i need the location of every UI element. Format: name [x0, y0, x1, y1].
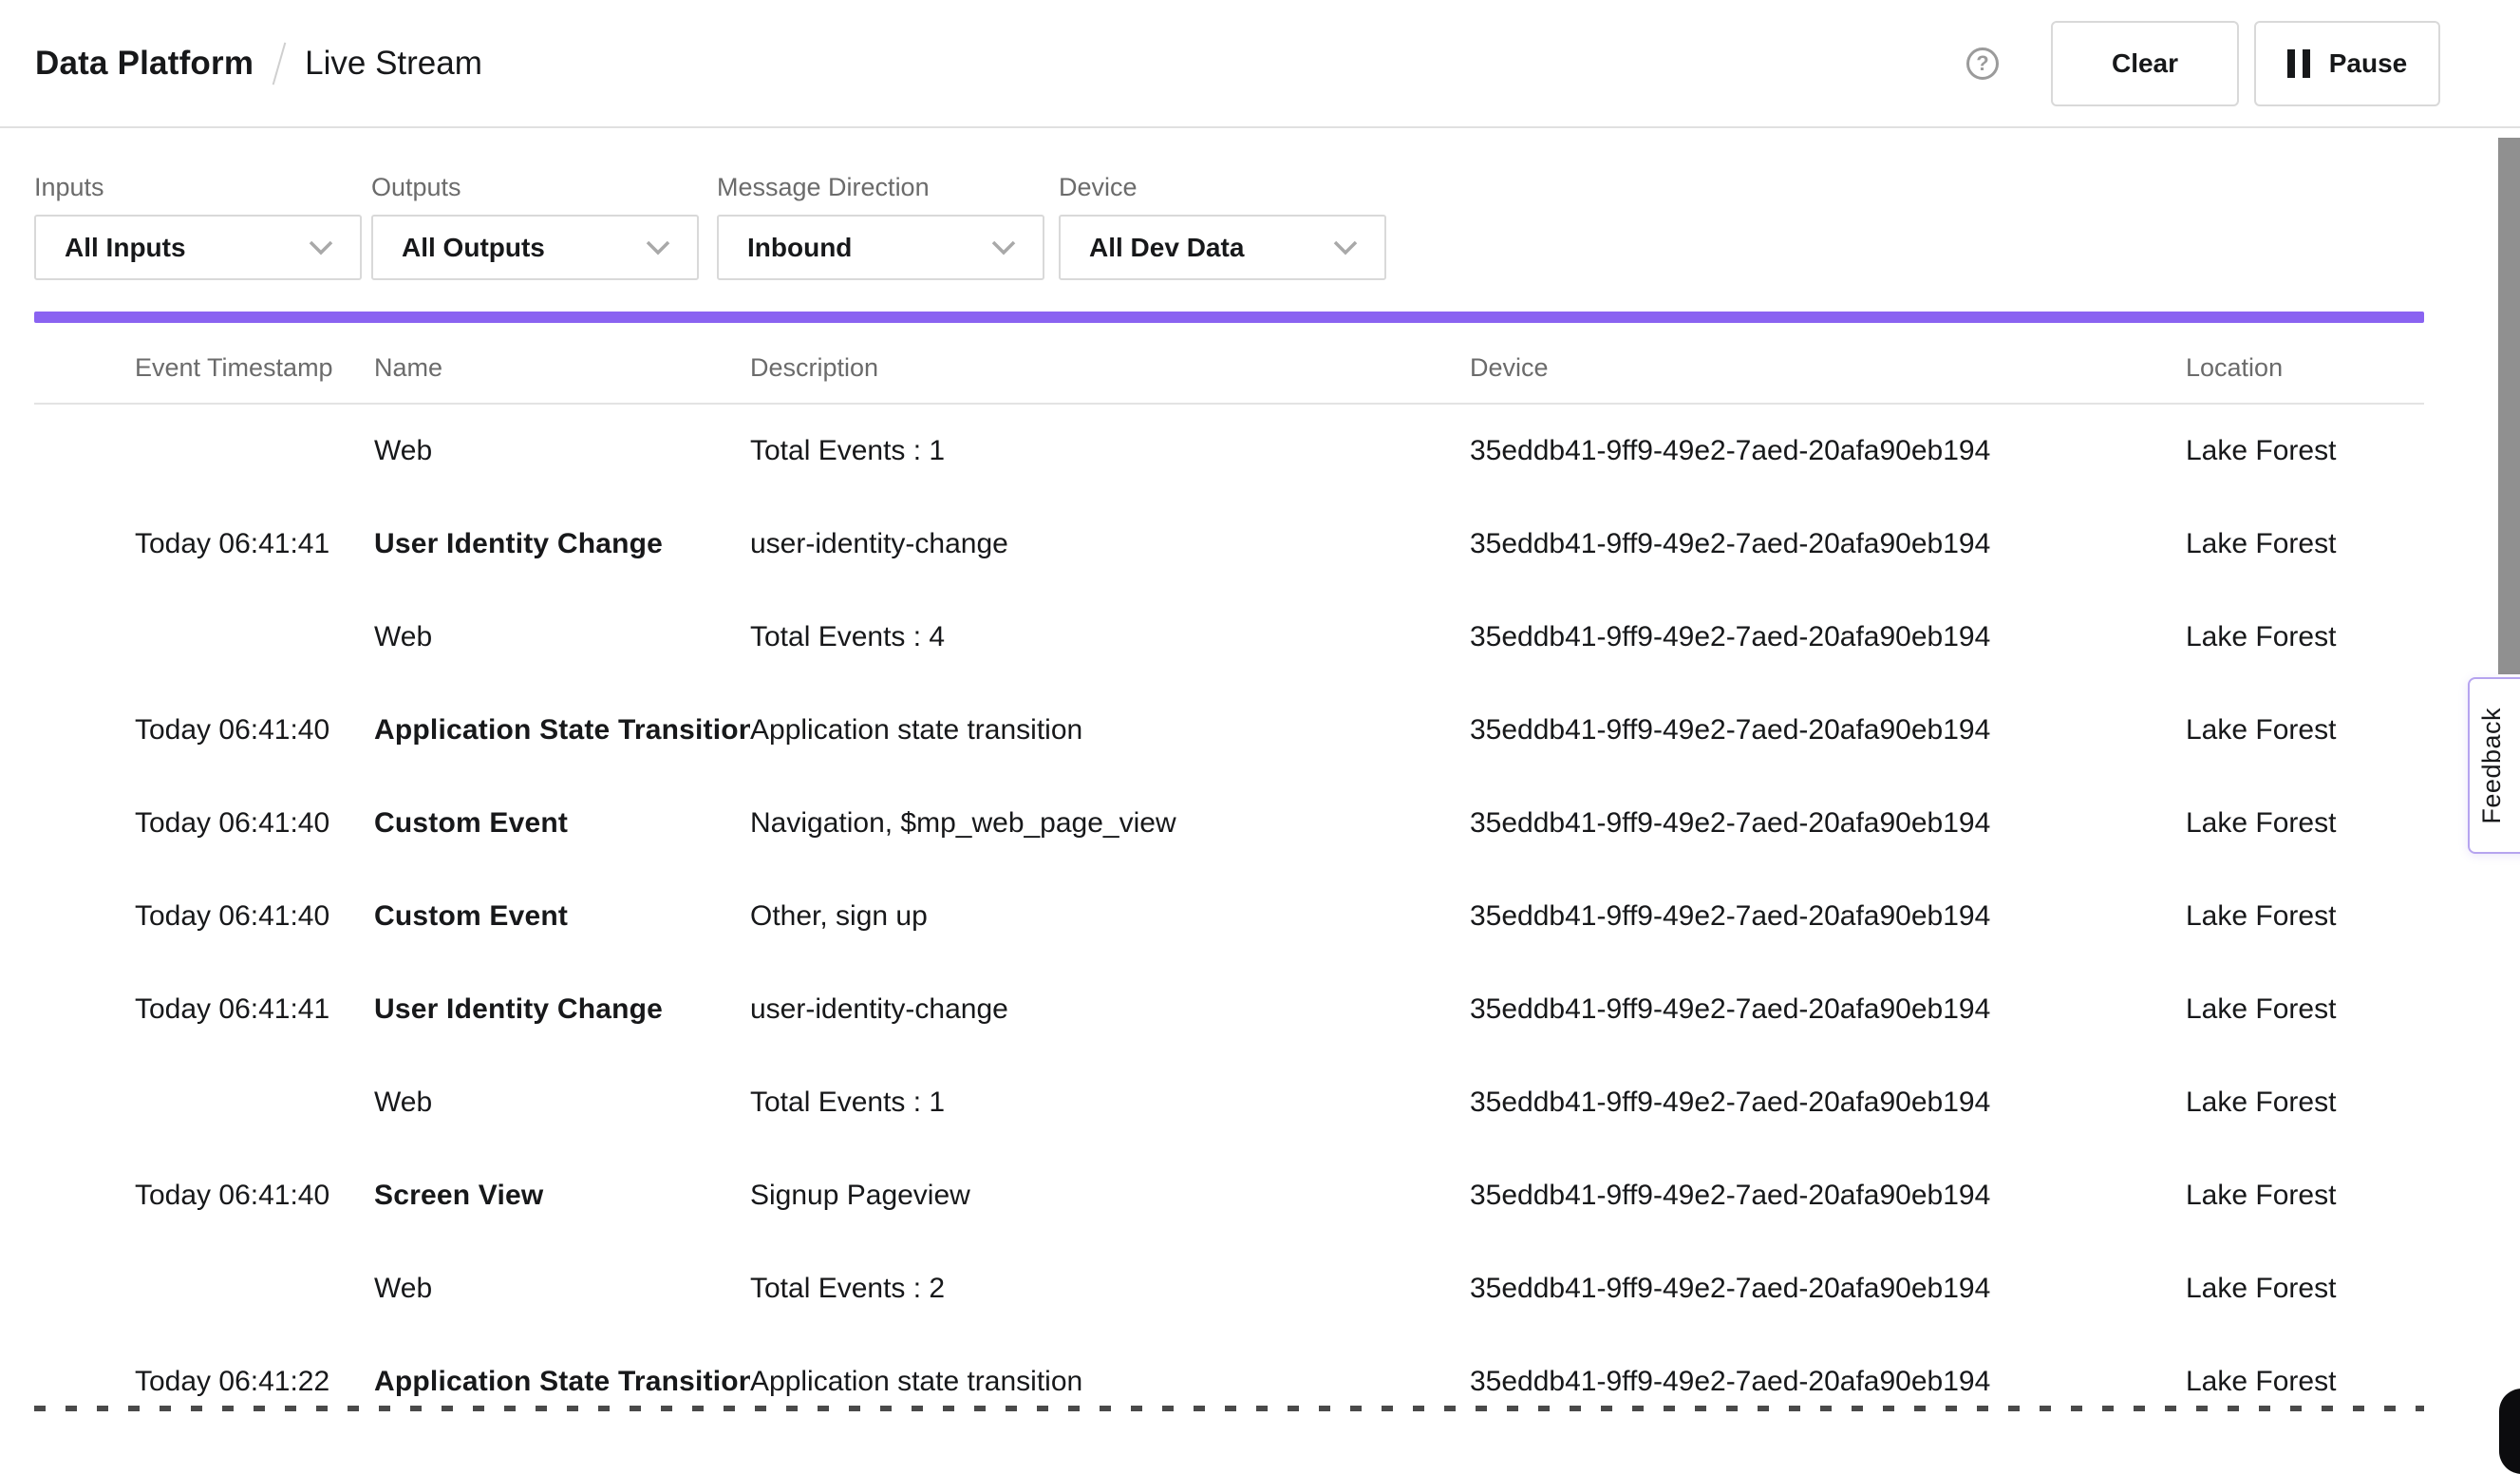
cell-location: Lake Forest — [2186, 1273, 2424, 1305]
column-header-location: Location — [2186, 353, 2424, 383]
cell-device: 35eddb41-9ff9-49e2-7aed-20afa90eb194 — [1470, 435, 2186, 467]
cell-description: Total Events : 1 — [750, 1087, 1470, 1119]
table-row[interactable]: Today 06:41:41 User Identity Change user… — [34, 963, 2424, 1056]
filter-label: Message Direction — [717, 173, 930, 202]
cell-location: Lake Forest — [2186, 621, 2424, 653]
cell-device: 35eddb41-9ff9-49e2-7aed-20afa90eb194 — [1470, 1087, 2186, 1119]
chevron-down-icon — [1333, 240, 1358, 255]
cell-description: Application state transition — [750, 1366, 1470, 1398]
cell-description: Other, sign up — [750, 900, 1470, 933]
column-header-name: Name — [374, 353, 750, 383]
table-body: Web Total Events : 1 35eddb41-9ff9-49e2-… — [34, 405, 2424, 1411]
cell-location: Lake Forest — [2186, 714, 2424, 746]
chevron-down-icon — [991, 240, 1016, 255]
cell-description: user-identity-change — [750, 993, 1470, 1026]
cell-device: 35eddb41-9ff9-49e2-7aed-20afa90eb194 — [1470, 714, 2186, 746]
cell-location: Lake Forest — [2186, 900, 2424, 933]
cell-name: Web — [374, 435, 750, 467]
cell-location: Lake Forest — [2186, 993, 2424, 1026]
cell-name: Screen View — [374, 1180, 750, 1212]
column-header-device: Device — [1470, 353, 2186, 383]
table-row[interactable]: Today 06:41:40 Custom Event Navigation, … — [34, 777, 2424, 870]
table-row[interactable]: Web Total Events : 4 35eddb41-9ff9-49e2-… — [34, 591, 2424, 684]
cell-name: User Identity Change — [374, 993, 750, 1026]
table-row[interactable]: Today 06:41:22 Application State Transit… — [34, 1335, 2424, 1411]
cell-location: Lake Forest — [2186, 1366, 2424, 1398]
filter-label: Outputs — [371, 173, 461, 202]
cell-description: Total Events : 4 — [750, 621, 1470, 653]
incoming-events-dashed-line — [34, 1406, 2424, 1411]
column-header-description: Description — [750, 353, 1470, 383]
cell-description: Application state transition — [750, 714, 1470, 746]
pause-button[interactable]: Pause — [2254, 21, 2440, 106]
message-direction-select[interactable]: Inbound — [717, 215, 1044, 280]
chevron-down-icon — [646, 240, 670, 255]
cell-device: 35eddb41-9ff9-49e2-7aed-20afa90eb194 — [1470, 1273, 2186, 1305]
cell-location: Lake Forest — [2186, 1180, 2424, 1212]
cell-description: Navigation, $mp_web_page_view — [750, 807, 1470, 840]
cell-timestamp: Today 06:41:40 — [135, 807, 374, 840]
cell-timestamp: Today 06:41:40 — [135, 1180, 374, 1212]
vertical-scrollbar[interactable] — [2498, 138, 2520, 674]
chevron-down-icon — [309, 240, 333, 255]
cell-device: 35eddb41-9ff9-49e2-7aed-20afa90eb194 — [1470, 993, 2186, 1026]
table-row[interactable]: Web Total Events : 1 35eddb41-9ff9-49e2-… — [34, 405, 2424, 498]
inputs-select[interactable]: All Inputs — [34, 215, 362, 280]
cell-description: user-identity-change — [750, 528, 1470, 560]
cell-location: Lake Forest — [2186, 1087, 2424, 1119]
cell-timestamp: Today 06:41:40 — [135, 714, 374, 746]
cell-name: Custom Event — [374, 900, 750, 933]
device-select[interactable]: All Dev Data — [1059, 215, 1386, 280]
cell-name: Application State Transition — [374, 714, 750, 746]
cell-device: 35eddb41-9ff9-49e2-7aed-20afa90eb194 — [1470, 528, 2186, 560]
table-row[interactable]: Web Total Events : 1 35eddb41-9ff9-49e2-… — [34, 1056, 2424, 1149]
cell-location: Lake Forest — [2186, 807, 2424, 840]
cell-device: 35eddb41-9ff9-49e2-7aed-20afa90eb194 — [1470, 1180, 2186, 1212]
top-bar: Data Platform Live Stream ? Clear Pause — [0, 0, 2520, 126]
cell-name: Web — [374, 1273, 750, 1305]
live-stream-progress-bar — [34, 312, 2424, 323]
cell-location: Lake Forest — [2186, 435, 2424, 467]
chat-launcher-icon[interactable] — [2499, 1389, 2520, 1474]
clear-button[interactable]: Clear — [2051, 21, 2239, 106]
table-row[interactable]: Today 06:41:40 Screen View Signup Pagevi… — [34, 1149, 2424, 1242]
cell-device: 35eddb41-9ff9-49e2-7aed-20afa90eb194 — [1470, 1366, 2186, 1398]
cell-timestamp: Today 06:41:41 — [135, 993, 374, 1026]
cell-timestamp: Today 06:41:41 — [135, 528, 374, 560]
topbar-actions: ? Clear Pause — [1966, 0, 2440, 126]
table-row[interactable]: Today 06:41:40 Application State Transit… — [34, 684, 2424, 777]
cell-device: 35eddb41-9ff9-49e2-7aed-20afa90eb194 — [1470, 807, 2186, 840]
cell-location: Lake Forest — [2186, 528, 2424, 560]
cell-device: 35eddb41-9ff9-49e2-7aed-20afa90eb194 — [1470, 900, 2186, 933]
help-icon[interactable]: ? — [1966, 47, 1999, 80]
cell-description: Total Events : 1 — [750, 435, 1470, 467]
cell-device: 35eddb41-9ff9-49e2-7aed-20afa90eb194 — [1470, 621, 2186, 653]
filter-label: Device — [1059, 173, 1138, 202]
breadcrumb: Data Platform Live Stream — [35, 0, 482, 126]
cell-name: Web — [374, 1087, 750, 1119]
table-header: Event Timestamp Name Description Device … — [34, 334, 2424, 401]
breadcrumb-separator — [273, 42, 287, 85]
cell-description: Signup Pageview — [750, 1180, 1470, 1212]
cell-description: Total Events : 2 — [750, 1273, 1470, 1305]
table-row[interactable]: Today 06:41:41 User Identity Change user… — [34, 498, 2424, 591]
table-row[interactable]: Today 06:41:40 Custom Event Other, sign … — [34, 870, 2424, 963]
cell-timestamp: Today 06:41:22 — [135, 1366, 374, 1398]
cell-name: Custom Event — [374, 807, 750, 840]
filter-label: Inputs — [34, 173, 104, 202]
page-title: Live Stream — [305, 45, 482, 83]
cell-timestamp: Today 06:41:40 — [135, 900, 374, 933]
feedback-tab[interactable]: Feedback — [2468, 677, 2520, 854]
pause-icon — [2287, 49, 2310, 78]
breadcrumb-root[interactable]: Data Platform — [35, 45, 254, 83]
cell-name: Application State Transition — [374, 1366, 750, 1398]
column-header-timestamp: Event Timestamp — [135, 353, 374, 383]
cell-name: User Identity Change — [374, 528, 750, 560]
filter-bar: Inputs All Inputs Outputs All Outputs Me… — [0, 128, 2520, 309]
table-row[interactable]: Web Total Events : 2 35eddb41-9ff9-49e2-… — [34, 1242, 2424, 1335]
cell-name: Web — [374, 621, 750, 653]
outputs-select[interactable]: All Outputs — [371, 215, 699, 280]
